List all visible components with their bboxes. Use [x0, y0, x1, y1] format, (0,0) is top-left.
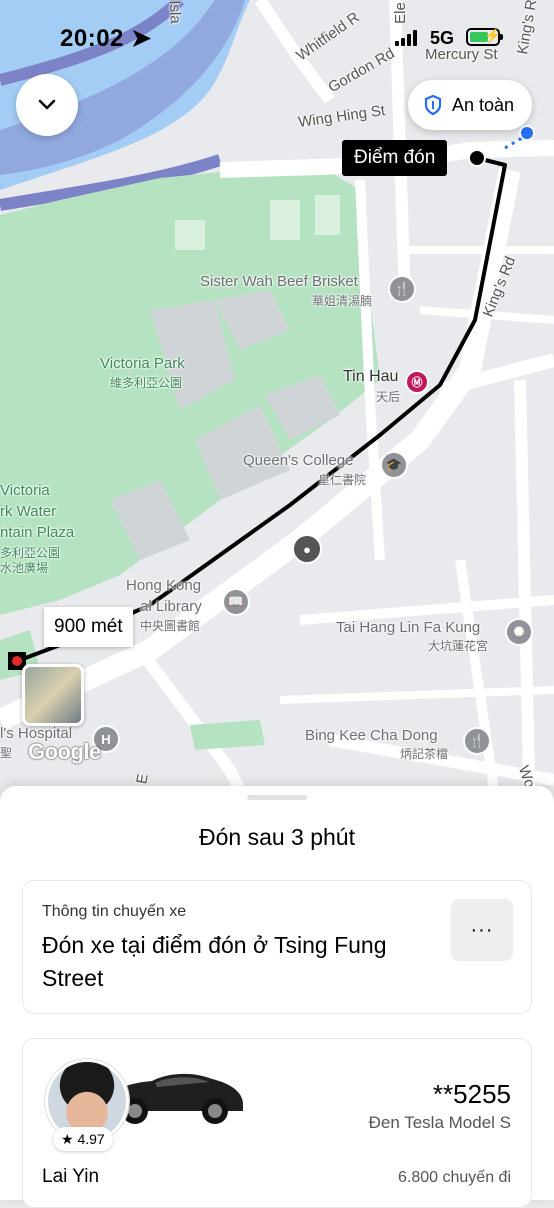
status-bar: 20:02 ➤ 5G ⚡ — [0, 0, 554, 70]
license-plate: **5255 — [432, 1079, 511, 1109]
collapse-button[interactable] — [16, 74, 78, 136]
map-label: Victoria Park — [100, 355, 185, 372]
map-label: 天后 — [376, 390, 401, 404]
pickup-eta: Đón sau 3 phút — [198, 824, 355, 850]
map-label: 大坑蓮花宮 — [428, 639, 489, 653]
map-label: Tai Hang Lin Fa Kung — [336, 619, 481, 636]
map-label: 皇仁書院 — [318, 473, 367, 487]
mtr-station-icon[interactable]: Ⓜ — [405, 370, 429, 394]
distance-label: 900 mét — [44, 607, 133, 647]
map-label: Victoria — [0, 482, 50, 499]
map-label: 維多利亞公園 — [110, 376, 183, 390]
trip-info-label: Thông tin chuyến xe — [42, 903, 187, 920]
driver-name: Lai Yin — [42, 1166, 100, 1187]
safety-button[interactable]: An toàn — [408, 80, 532, 130]
driver-rating: ★ 4.97 — [53, 1127, 113, 1151]
pickup-marker-label[interactable]: Điểm đón — [342, 140, 448, 176]
map-label: Tin Hau — [343, 368, 399, 385]
map-label: 炳記茶檔 — [400, 747, 449, 761]
school-icon[interactable]: 🎓 — [380, 451, 408, 479]
temple-icon[interactable]: ✺ — [505, 618, 533, 646]
map-label: Hong Kong — [126, 577, 202, 594]
map-label: 聖 — [0, 746, 13, 760]
map-label: 水池廣場 — [0, 561, 49, 575]
library-icon[interactable]: 📖 — [222, 588, 250, 616]
star-icon: ★ — [61, 1130, 74, 1147]
map-label: al Library — [140, 598, 202, 615]
battery-icon: ⚡ — [466, 27, 503, 46]
trip-info-card[interactable]: Thông tin chuyến xe Đón xe tại điểm đón … — [22, 880, 532, 1014]
network-type: 5G — [430, 28, 455, 48]
shield-icon — [424, 95, 442, 115]
driver-card[interactable]: ★ 4.97 **5255 Đen Tesla Model S Lai Yin … — [22, 1038, 532, 1208]
map-label: rk Water — [0, 503, 57, 520]
map-label: Queen's College — [243, 452, 354, 469]
safety-label: An toàn — [452, 94, 515, 115]
restaurant-icon[interactable]: 🍴 — [463, 727, 491, 755]
location-arrow-icon: ➤ — [131, 25, 152, 52]
location-pin-icon[interactable]: ● — [292, 534, 322, 564]
sheet-drag-handle[interactable] — [247, 795, 307, 800]
google-logo: Google — [28, 739, 101, 764]
chevron-down-icon — [38, 99, 56, 110]
signal-icon — [395, 30, 421, 46]
car-model: Đen Tesla Model S — [368, 1113, 511, 1132]
restaurant-icon[interactable]: 🍴 — [388, 275, 416, 303]
driver-trip-count: 6.800 chuyến đi — [398, 1169, 511, 1186]
trip-info-text: Đón xe tại điểm đón ở Tsing Fung Street — [42, 932, 387, 991]
map-label: 中央圖書館 — [140, 619, 201, 633]
map-label: 華姐清湯腩 — [312, 294, 373, 308]
more-options-button[interactable]: ··· — [451, 899, 513, 961]
map-label: Bing Kee Cha Dong — [305, 727, 438, 744]
street-view-thumbnail[interactable] — [22, 664, 84, 726]
trip-bottom-sheet[interactable]: Đón sau 3 phút Thông tin chuyến xe Đón x… — [0, 786, 554, 1208]
map-label: ntain Plaza — [0, 524, 75, 541]
map-label: Sister Wah Beef Brisket — [200, 273, 358, 290]
status-time: 20:02 ➤ — [60, 25, 152, 52]
